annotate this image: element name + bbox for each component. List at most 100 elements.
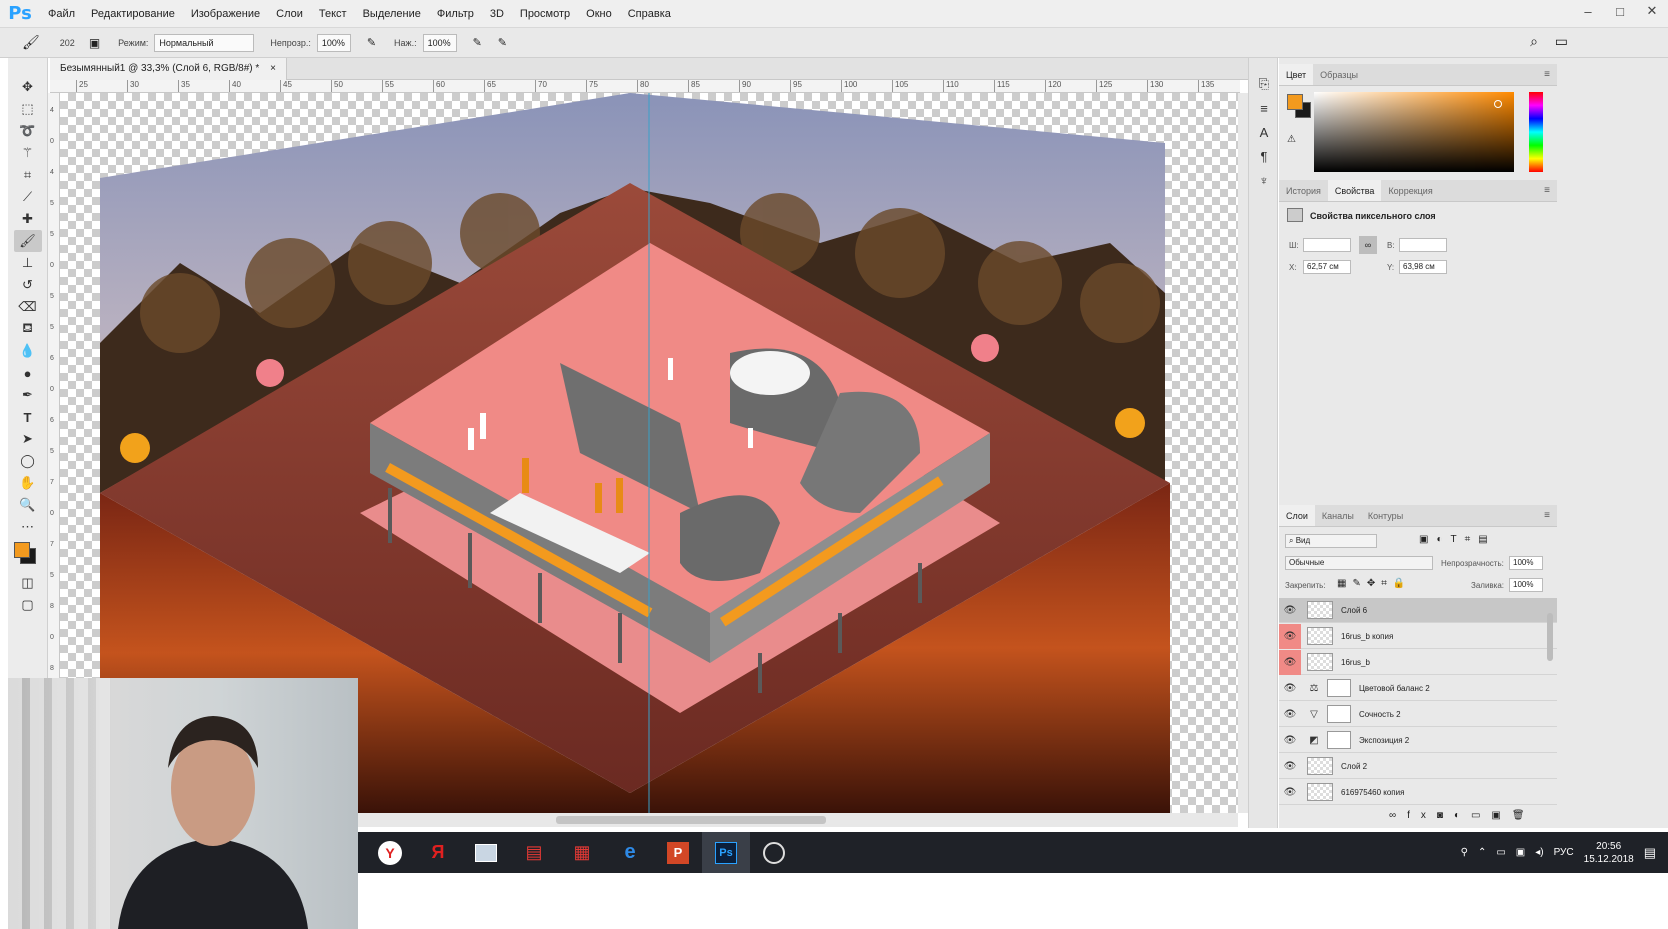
- tab-properties[interactable]: Свойства: [1327, 180, 1382, 201]
- visibility-eye-icon[interactable]: 👁: [1279, 676, 1301, 701]
- lock-icons[interactable]: ▦✎✥⌗🔒: [1337, 578, 1411, 589]
- menu-image[interactable]: Изображение: [183, 0, 268, 28]
- mode-select[interactable]: Нормальный: [154, 33, 255, 52]
- airbrush-icon[interactable]: ✎: [367, 36, 376, 49]
- screen-mode-icon[interactable]: ▢: [14, 594, 42, 616]
- battery-icon[interactable]: ▭: [1496, 847, 1505, 858]
- layer-filter-select[interactable]: ⌕ Вид: [1285, 534, 1377, 548]
- explorer-icon[interactable]: [462, 832, 510, 873]
- gamut-warning-icon[interactable]: ⚠: [1287, 134, 1296, 145]
- reader-icon[interactable]: ▦: [558, 832, 606, 873]
- language-indicator[interactable]: РУС: [1554, 847, 1574, 858]
- notifications-icon[interactable]: ▤: [1644, 845, 1656, 861]
- crop-icon[interactable]: ⌗: [14, 164, 42, 186]
- layer-row[interactable]: 👁 ▽ Сочность 2: [1279, 702, 1557, 727]
- tab-layers[interactable]: Слои: [1279, 505, 1315, 526]
- network-icon[interactable]: ▣: [1516, 847, 1525, 858]
- search-icon[interactable]: ⌕: [1530, 33, 1538, 50]
- layer-opacity-input[interactable]: 100%: [1509, 556, 1543, 570]
- vertical-scrollbar[interactable]: [1238, 93, 1248, 813]
- menu-text[interactable]: Текст: [311, 0, 355, 28]
- width-field[interactable]: [1303, 238, 1351, 252]
- scroll-thumb[interactable]: [556, 816, 826, 824]
- horizontal-scrollbar[interactable]: [356, 813, 1238, 827]
- quick-mask-icon[interactable]: ◫: [14, 572, 42, 594]
- paragraph-icon[interactable]: ¶: [1249, 144, 1279, 168]
- menu-select[interactable]: Выделение: [355, 0, 429, 28]
- move-icon[interactable]: ✥: [14, 76, 42, 98]
- photoshop-icon[interactable]: Ps: [702, 832, 750, 873]
- foreground-color-swatch[interactable]: [14, 542, 30, 558]
- menu-window[interactable]: Окно: [578, 0, 620, 28]
- visibility-eye-icon[interactable]: 👁: [1279, 623, 1301, 649]
- layer-row[interactable]: 👁 Слой 6: [1279, 598, 1557, 623]
- layer-filter-icons[interactable]: ▣◐T⌗▤: [1419, 534, 1496, 545]
- ellipse-icon[interactable]: ◯: [14, 450, 42, 472]
- foreground-color-chip[interactable]: [1287, 94, 1303, 110]
- pressure-size-icon[interactable]: ✎: [498, 36, 507, 49]
- path-select-icon[interactable]: ➤: [14, 428, 42, 450]
- clock[interactable]: 20:56 15.12.2018: [1584, 840, 1634, 866]
- link-icon[interactable]: ∞: [1359, 236, 1377, 254]
- volume-icon[interactable]: ◂): [1535, 847, 1543, 858]
- tab-history[interactable]: История: [1279, 180, 1328, 201]
- layer-row[interactable]: 👁 ⚖ Цветовой баланс 2: [1279, 676, 1557, 701]
- pressure-opacity-icon[interactable]: ✎: [473, 36, 482, 49]
- workspace-icon[interactable]: ▭: [1555, 33, 1568, 50]
- adjustments-icon[interactable]: ≡: [1249, 96, 1279, 120]
- minimize-button[interactable]: –: [1572, 0, 1604, 22]
- history-icon[interactable]: ⎘: [1249, 72, 1279, 96]
- menu-help[interactable]: Справка: [620, 0, 679, 28]
- tab-color[interactable]: Цвет: [1279, 64, 1314, 85]
- pen-icon[interactable]: ✒: [14, 384, 42, 406]
- people-icon[interactable]: ⚲: [1461, 847, 1468, 858]
- powerpoint-icon[interactable]: P: [654, 832, 702, 873]
- menu-file[interactable]: Файл: [40, 0, 83, 28]
- stamp-icon[interactable]: ⊥: [14, 252, 42, 274]
- document-tab[interactable]: Безымянный1 @ 33,3% (Слой 6, RGB/8#) * ×: [50, 58, 287, 80]
- chevron-up-icon[interactable]: ⌃: [1478, 847, 1486, 858]
- lasso-icon[interactable]: ➰: [14, 120, 42, 142]
- layer-row[interactable]: 👁 ◩ Экспозиция 2: [1279, 728, 1557, 753]
- paint-bucket-icon[interactable]: ⛾: [14, 318, 42, 340]
- marquee-icon[interactable]: ⬚: [14, 98, 42, 120]
- more-icon[interactable]: ⋯: [14, 516, 42, 538]
- menu-filter[interactable]: Фильтр: [429, 0, 482, 28]
- menu-edit[interactable]: Редактирование: [83, 0, 183, 28]
- obs-icon[interactable]: [750, 832, 798, 873]
- color-field[interactable]: [1314, 92, 1514, 172]
- dodge-icon[interactable]: ●: [14, 362, 42, 384]
- layer-row[interactable]: 👁 616975460 копия: [1279, 780, 1557, 805]
- menu-view[interactable]: Просмотр: [512, 0, 578, 28]
- visibility-eye-icon[interactable]: 👁: [1279, 649, 1301, 675]
- layer-row[interactable]: 👁 Слой 2: [1279, 754, 1557, 779]
- close-tab-icon[interactable]: ×: [270, 63, 276, 74]
- tab-paths[interactable]: Контуры: [1361, 505, 1410, 526]
- character-icon[interactable]: A: [1249, 120, 1279, 144]
- brush-tool-icon[interactable]: 🖌: [22, 34, 40, 51]
- history-brush-icon[interactable]: ↺: [14, 274, 42, 296]
- tab-channels[interactable]: Каналы: [1315, 505, 1361, 526]
- layers-scroll-thumb[interactable]: [1547, 613, 1553, 661]
- blend-mode-select[interactable]: Обычные: [1285, 556, 1433, 570]
- healing-icon[interactable]: ✚: [14, 208, 42, 230]
- hue-slider[interactable]: [1529, 92, 1543, 172]
- blur-icon[interactable]: 💧: [14, 340, 42, 362]
- brush-presets-icon[interactable]: ♆: [1249, 168, 1279, 192]
- edge-icon[interactable]: e: [606, 832, 654, 873]
- yandex-icon[interactable]: Я: [414, 832, 462, 873]
- visibility-eye-icon[interactable]: 👁: [1279, 754, 1301, 779]
- eyedropper-icon[interactable]: ⟋: [14, 186, 42, 208]
- visibility-eye-icon[interactable]: 👁: [1279, 702, 1301, 727]
- eraser-icon[interactable]: ⌫: [14, 296, 42, 318]
- brush-panel-icon[interactable]: ▣: [89, 36, 100, 50]
- visibility-eye-icon[interactable]: 👁: [1279, 780, 1301, 805]
- visibility-eye-icon[interactable]: 👁: [1279, 598, 1301, 623]
- pressure-input[interactable]: 100%: [422, 33, 457, 52]
- zoom-icon[interactable]: 🔍: [14, 494, 42, 516]
- hand-icon[interactable]: ✋: [14, 472, 42, 494]
- tab-adjustments[interactable]: Коррекция: [1381, 180, 1439, 201]
- tab-swatches[interactable]: Образцы: [1313, 64, 1365, 85]
- panel-menu-icon[interactable]: ≡: [1537, 64, 1557, 86]
- color-picker-cursor[interactable]: [1494, 100, 1502, 108]
